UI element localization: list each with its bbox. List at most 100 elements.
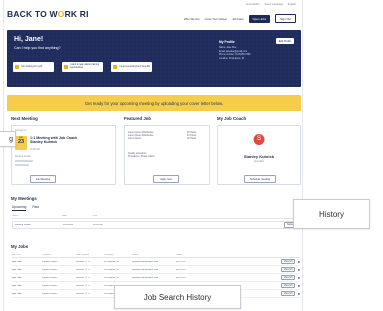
view-job-button[interactable]: View job: [280, 274, 296, 281]
meeting-date: MAY 23: [15, 136, 27, 150]
table-row: Job Title Location Ipsum MM/DD/YYYY Provide…: [12, 274, 300, 282]
action-benefits[interactable]: I need unemployment benefits: [111, 62, 152, 72]
action-training[interactable]: I want to learn about training opportuni…: [62, 62, 103, 72]
job-hours: 40 Hours: [187, 138, 197, 141]
coach-name: Stanley Kubrick: [243, 154, 275, 159]
top-navigation: BACK TO WORK RI Accessibility Select Lan…: [4, 0, 302, 30]
job-date-cell: MM/DD/YYYY: [76, 292, 91, 295]
edit-profile-button[interactable]: Edit Profile: [275, 38, 294, 44]
job-status-cell: Applied/Interviewed/Hired: [132, 276, 159, 279]
delete-icon[interactable]: ✖: [297, 268, 300, 272]
next-meeting-title: Next Meeting: [11, 116, 38, 121]
meeting-title: 1:1 Meeting with Job Coach Stanley Kubri…: [30, 136, 78, 145]
job-location-cell: Location Ipsum: [42, 276, 58, 279]
col-job-title: Job Title: [12, 254, 21, 256]
delete-icon[interactable]: ✖: [297, 276, 300, 280]
screenshot-canvas: BACK TO WORK RI Accessibility Select Lan…: [0, 0, 383, 311]
view-job-button[interactable]: View job: [280, 266, 296, 273]
annotation-job-search-history: Job Search History: [114, 285, 241, 309]
featured-job-location: Providence, Rhode Island: [128, 156, 155, 159]
job-desc-line: Lorem Ipsum: [128, 138, 142, 141]
view-job-button[interactable]: View job: [280, 258, 296, 265]
welcome-hero: Hi, Jane! Can I help you find anything? …: [7, 30, 301, 87]
job-status-cell: Applied/Interviewed/Hired: [132, 260, 159, 263]
nav-job-fairs[interactable]: Job Fairs: [232, 17, 244, 21]
col-status: Status: [132, 254, 139, 256]
tab-past[interactable]: Past: [32, 205, 38, 211]
featured-job-hours: 40 Hours 40 Hours 40 Hours: [187, 132, 196, 141]
delete-icon[interactable]: ✖: [297, 260, 300, 264]
language-link[interactable]: Select Language: [264, 3, 283, 6]
featured-job-lines: Lorem Ipsum Distributive Lorem Ipsum Dis…: [128, 132, 178, 141]
delete-icon[interactable]: ✖: [297, 292, 300, 296]
job-date-cell: MM/DD/YYYY: [76, 260, 91, 263]
meeting-kicker: Coming Up: [15, 130, 27, 132]
english-link[interactable]: English: [288, 3, 296, 6]
job-title-cell: Job Title: [12, 292, 22, 295]
job-date-cell: MM/DD/YYYY: [76, 268, 91, 271]
sign-out-button[interactable]: Sign Out: [275, 14, 296, 23]
col-location: Location: [42, 254, 51, 256]
nav-grow-career[interactable]: Grow Your Career: [205, 17, 227, 21]
view-job-button[interactable]: View job: [280, 282, 296, 289]
coach-avatar: S: [253, 134, 265, 145]
accessibility-link[interactable]: Accessibility: [246, 3, 260, 6]
job-title-cell: Job Title: [12, 276, 22, 279]
meeting-day: 23: [17, 139, 25, 145]
view-job-button[interactable]: View job: [280, 290, 296, 297]
site-logo[interactable]: BACK TO WORK RI: [7, 9, 89, 19]
job-salary-cell: $XX,XXX: [176, 276, 186, 279]
featured-job-company-block: Quality Innovation Providence, Rhode Isl…: [128, 153, 154, 159]
job-company-cell: Providence, RI: [104, 260, 120, 263]
col-company: Company: [104, 254, 114, 256]
col-time: Time: [92, 215, 98, 217]
hero-pattern: [7, 30, 301, 87]
table-row: Job Title Location Ipsum MM/DD/YYYY Provide…: [12, 266, 300, 274]
meeting-row-time: 10:00 AM: [93, 224, 103, 226]
next-meeting-card: Coming Up MAY 23 1:1 Meeting with Job Co…: [11, 125, 116, 185]
job-location-cell: Location Ipsum: [42, 292, 58, 295]
join-meeting-button[interactable]: Join Meeting: [30, 175, 56, 183]
job-status-cell: Applied/Interviewed/Hired: [132, 268, 159, 271]
cover-letter-banner[interactable]: Get ready for your upcoming meeting by u…: [7, 95, 301, 111]
delete-icon[interactable]: ✖: [297, 284, 300, 288]
nav-who-we-are[interactable]: Who We Are: [184, 17, 200, 21]
action-find-job[interactable]: I am looking for a job: [13, 62, 54, 72]
job-salary-cell: $XX,XXX: [176, 260, 186, 263]
job-location-cell: Location Ipsum: [42, 268, 58, 271]
meetings-table: Name Date Time Meeting Details 10/3/2021…: [12, 214, 300, 229]
meeting-detail-line: [15, 164, 29, 166]
profile-summary: My Profile Name: Jane Doe Email: janedoe…: [219, 40, 250, 61]
open-jobs-button[interactable]: Open Jobs: [248, 14, 271, 23]
profile-title: My Profile: [219, 40, 235, 44]
profile-phone: Phone number: (123)456-7890: [219, 54, 251, 56]
hero-subtitle: Can I help you find anything?: [14, 46, 61, 50]
greeting: Hi, Jane!: [14, 36, 44, 43]
job-location-cell: Location Ipsum: [42, 284, 58, 287]
my-jobs-title: My Jobs: [11, 244, 29, 249]
school-icon: [64, 65, 68, 69]
col-name: Name: [12, 215, 19, 217]
job-date-cell: MM/DD/YYYY: [76, 284, 91, 287]
annotation-left-label: g: [0, 131, 16, 147]
annotation-history: History: [293, 199, 370, 229]
job-coach-card: S Stanley Kubrick Specialist Schedule me…: [217, 125, 301, 185]
job-company-cell: Providence, RI: [104, 276, 120, 279]
apply-now-button[interactable]: Apply now: [153, 175, 179, 183]
profile-name: Name: Jane Doe: [219, 47, 237, 49]
tab-upcoming[interactable]: Upcoming: [12, 205, 27, 211]
meetings-tabs: Upcoming Past: [12, 205, 39, 211]
schedule-meeting-button[interactable]: Schedule meeting: [244, 175, 276, 183]
featured-job-title: Featured Job: [124, 116, 151, 121]
job-company-cell: Providence, RI: [104, 268, 120, 271]
meeting-detail-line: [15, 160, 33, 162]
quick-actions: I am looking for a job I want to learn a…: [13, 62, 152, 72]
col-date-applied: Date Applied: [76, 254, 90, 256]
document-icon: [113, 65, 117, 69]
job-title-cell: Job Title: [12, 284, 22, 287]
meetings-header: Name Date Time: [12, 214, 300, 219]
table-row: Job Title Location Ipsum MM/DD/YYYY Provide…: [12, 258, 300, 266]
table-row: Meeting Details 10/3/2021 10:00 AM Cance…: [12, 221, 300, 229]
coach-role: Specialist: [254, 161, 264, 163]
job-date-cell: MM/DD/YYYY: [76, 276, 91, 279]
